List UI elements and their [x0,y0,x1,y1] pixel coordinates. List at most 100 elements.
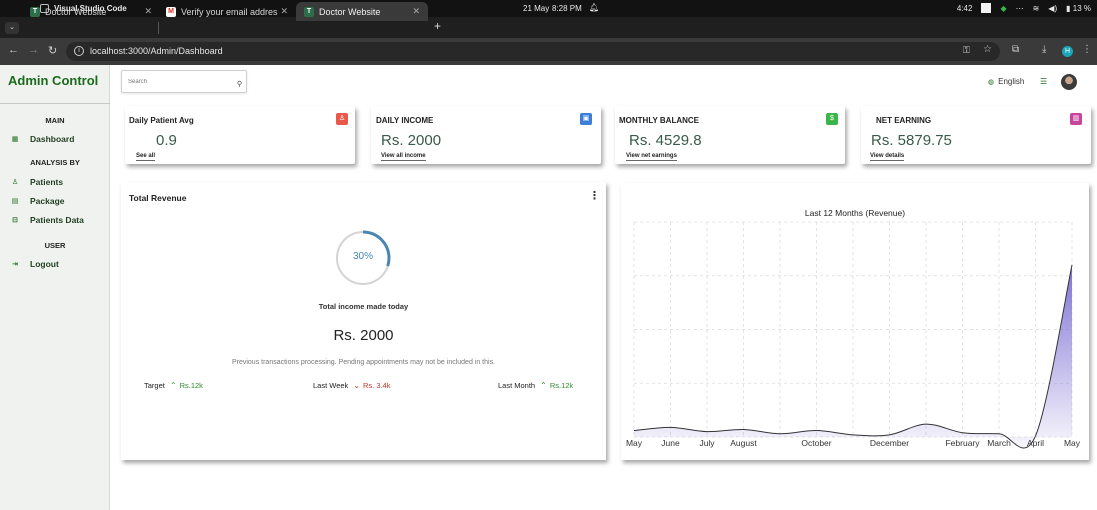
x-tick-label: July [699,438,715,448]
url-text[interactable]: localhost:3000/Admin/Dashboard [90,46,223,56]
tab-list-chevron-icon[interactable]: ⌄ [5,22,19,34]
tab-doctor-website-1[interactable]: T Doctor Website ✕ [22,2,160,21]
x-tick-label: June [661,438,680,448]
profile-avatar[interactable]: H [1062,46,1073,57]
language-selector[interactable]: ◍ English [988,77,1024,86]
bell-icon[interactable]: 🔔︎ [589,3,599,12]
volume-icon[interactable]: ◀) [1048,4,1057,13]
site-info-icon[interactable]: i [74,46,84,56]
metric-label: Last Week [313,381,349,390]
section-analysis-by: ANALYSIS BY [30,158,80,167]
card-daily-income: DAILY INCOME Rs. 2000 View all income ▣ [371,106,601,164]
metric-target: Target ⌃ Rs.12k [144,381,203,390]
x-tick-label: May [1064,438,1081,448]
tab-favicon: T [30,6,40,17]
new-tab-plus-icon[interactable]: + [434,19,441,33]
sidebar-item-dashboard[interactable]: ▦ Dashboard [10,134,75,144]
x-tick-label: March [987,438,1011,448]
tab-doctor-website-active[interactable]: T Doctor Website ✕ [296,2,428,21]
shield-icon[interactable]: ◆ [1000,4,1006,13]
bookmark-star-icon[interactable]: ☆ [983,44,992,55]
view-net-earnings-link[interactable]: View net earnings [626,153,677,161]
card-value: Rs. 4529.8 [629,132,702,149]
sidebar-item-logout[interactable]: ⇥ Logout [10,259,59,269]
os-date[interactable]: 21 May [523,4,549,13]
tab-favicon: T [304,6,314,17]
x-tick-label: February [945,438,980,448]
sidebar-item-label: Logout [30,259,59,269]
x-tick-label: October [801,438,831,448]
sidebar-item-label: Patients [30,177,64,187]
tab-label: Doctor Website [45,6,107,17]
card-title: DAILY INCOME [376,116,434,125]
package-icon: ▤ [11,198,19,205]
tab-label: Doctor Website [319,6,381,17]
battery-status[interactable]: ▮ 13 % [1066,4,1091,13]
search-icon[interactable]: ⚲ [237,80,242,88]
person-icon: ♙ [11,179,19,186]
wifi-icon[interactable]: ≋ [1033,4,1040,13]
url-field[interactable]: i localhost:3000/Admin/Dashboard ⚿ ☆ [66,42,1000,61]
tray-time[interactable]: 4:42 [957,4,973,13]
person-icon: ♙ [336,113,348,125]
language-label: English [998,77,1025,86]
browser-address-bar: ← → ↻ i localhost:3000/Admin/Dashboard ⚿… [0,38,1097,65]
close-icon[interactable]: ✕ [280,6,288,17]
sidebar: Admin Control MAIN ▦ Dashboard ANALYSIS … [0,65,110,510]
sidebar-item-patients[interactable]: ♙ Patients [10,177,63,187]
search-input[interactable] [128,76,228,88]
tab-label: Verify your email addres [181,6,278,17]
search-box[interactable]: ⚲ [121,70,247,93]
card-daily-patient-avg: Daily Patient Avg 0.9 See all ♙ [125,106,355,164]
divider [0,103,110,104]
revenue-chart-panel: May June July August October December February… [621,183,1089,460]
browser-menu-icon[interactable]: ⋮ [1082,44,1092,55]
view-all-income-link[interactable]: View all income [381,153,426,161]
apple-icon[interactable] [10,3,20,14]
see-all-link[interactable]: See all [136,153,156,161]
processing-note: Previous transactions processing. Pendin… [231,359,496,366]
metric-label: Target [144,381,165,390]
extensions-icon[interactable]: ⧉ [1012,44,1019,55]
logout-icon: ⇥ [12,261,18,268]
x-tick-label: May [626,438,643,448]
coin-icon: $ [826,113,838,125]
list-menu-icon[interactable]: ☰ [1040,77,1047,86]
forward-arrow-icon[interactable]: → [28,44,39,56]
sidebar-item-label: Patients Data [30,215,84,225]
metric-last-week: Last Week ⌄ Rs. 3.4k [313,381,391,390]
tray-square-icon[interactable] [981,3,992,13]
user-avatar[interactable] [1061,74,1077,90]
reload-icon[interactable]: ↻ [48,44,57,57]
battery-level: 13 % [1072,3,1091,13]
close-icon[interactable]: ✕ [412,6,420,17]
briefcase-icon: ⊟ [12,217,18,224]
close-icon[interactable]: ✕ [144,6,152,17]
tab-verify-email[interactable]: M Verify your email addres ✕ [158,2,296,21]
x-tick-label: August [730,438,757,448]
metric-amount: Rs.12k [549,381,574,390]
brand-title: Admin Control [8,73,99,88]
download-icon[interactable]: ⤓ [1042,44,1046,55]
card-value: 0.9 [156,132,177,149]
metric-last-month: Last Month ⌃ Rs.12k [498,381,573,390]
back-arrow-icon[interactable]: ← [8,44,19,56]
x-tick-label: December [870,438,909,448]
more-options-icon[interactable]: ⋮ [589,191,600,202]
sidebar-item-patients-data[interactable]: ⊟ Patients Data [10,215,84,225]
tab-separator [158,22,159,34]
key-icon[interactable]: ⚿ [963,45,970,56]
revenue-line-chart: May June July August October December February… [626,221,1081,449]
battery-icon: ▮ [1066,3,1071,13]
card-net-earning: NET EARNING Rs. 5879.75 View details ▥ [861,106,1091,164]
card-monthly-balance: MONTHLY BALANCE Rs. 4529.8 View net earn… [615,106,845,164]
panel-title: Total Revenue [129,193,187,203]
income-label: Total income made today [318,302,409,311]
section-main: MAIN [45,116,65,125]
x-tick-label: April [1027,438,1044,448]
chevrons-icon[interactable]: ⋯ [1016,4,1024,13]
view-details-link[interactable]: View details [870,153,905,161]
sidebar-item-package[interactable]: ▤ Package [10,196,65,206]
chevron-up-icon: ⌃ [540,381,547,390]
os-time[interactable]: 8:28 PM [552,4,582,13]
